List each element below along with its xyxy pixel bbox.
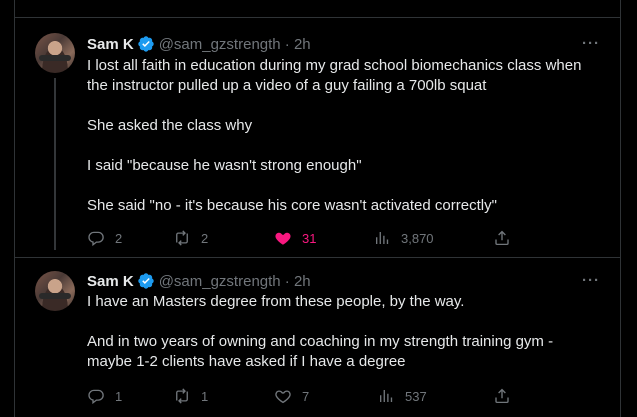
verified-badge-icon xyxy=(137,35,155,53)
verified-badge-icon xyxy=(137,272,155,290)
avatar[interactable] xyxy=(35,33,75,73)
tweet-text-line: And in two years of owning and coaching … xyxy=(87,333,554,350)
like-button[interactable]: 7 xyxy=(274,386,309,406)
reply-button[interactable]: 1 xyxy=(87,386,122,406)
timeline-top-border xyxy=(14,17,621,18)
views-button[interactable]: 537 xyxy=(377,386,427,406)
tweet-actions: 1 1 7 537 xyxy=(87,386,527,406)
repost-icon xyxy=(176,388,188,404)
author-handle-timestamp[interactable]: @sam_gzstrength · 2h xyxy=(159,36,311,53)
tweet-actions: 2 2 31 3,870 xyxy=(87,228,527,248)
share-icon xyxy=(495,230,509,246)
tweet-text-line: the instructor pulled up a video of a gu… xyxy=(87,77,487,94)
author-handle-timestamp[interactable]: @sam_gzstrength · 2h xyxy=(159,273,311,290)
repost-count: 2 xyxy=(201,230,209,246)
reply-button[interactable]: 2 xyxy=(87,228,122,248)
share-button[interactable] xyxy=(493,228,511,248)
share-button[interactable] xyxy=(493,386,511,406)
like-count: 31 xyxy=(302,230,317,246)
avatar[interactable] xyxy=(35,271,75,311)
thread-connector-line xyxy=(54,78,56,250)
views-count: 537 xyxy=(405,388,427,404)
reply-count: 2 xyxy=(115,230,123,246)
tweet-text-line: She asked the class why xyxy=(87,117,253,134)
repost-icon xyxy=(176,230,188,246)
timeline-right-border xyxy=(620,0,621,417)
author-name[interactable]: Sam K xyxy=(87,273,134,290)
views-icon xyxy=(380,390,393,402)
views-count: 3,870 xyxy=(401,230,434,246)
tweet-text-line: I lost all faith in education during my … xyxy=(87,57,582,74)
like-count: 7 xyxy=(302,388,310,404)
reply-icon xyxy=(88,231,104,247)
timeline-left-border xyxy=(14,0,15,417)
tweet-text-line: I said "because he wasn't strong enough" xyxy=(87,157,362,174)
like-icon xyxy=(275,232,291,245)
reply-count: 1 xyxy=(115,388,123,404)
reply-icon xyxy=(88,389,104,405)
share-icon xyxy=(495,388,509,404)
author-name[interactable]: Sam K xyxy=(87,36,134,53)
tweet-divider xyxy=(14,257,621,258)
more-options-icon[interactable]: ··· xyxy=(582,272,600,289)
tweet-text-line: maybe 1-2 clients have asked if I have a… xyxy=(87,353,406,370)
tweet-header: Sam K @sam_gzstrength · 2h xyxy=(87,34,311,54)
views-icon xyxy=(376,232,389,244)
repost-button[interactable]: 2 xyxy=(173,228,208,248)
like-button[interactable]: 31 xyxy=(274,228,316,248)
tweet-header: Sam K @sam_gzstrength · 2h xyxy=(87,271,311,291)
repost-button[interactable]: 1 xyxy=(173,386,208,406)
views-button[interactable]: 3,870 xyxy=(373,228,434,248)
tweet-text-line: She said "no - it's because his core was… xyxy=(87,197,497,214)
like-icon xyxy=(275,390,291,404)
more-options-icon[interactable]: ··· xyxy=(582,35,600,52)
repost-count: 1 xyxy=(201,388,209,404)
tweet-text-line: I have an Masters degree from these peop… xyxy=(87,293,465,310)
